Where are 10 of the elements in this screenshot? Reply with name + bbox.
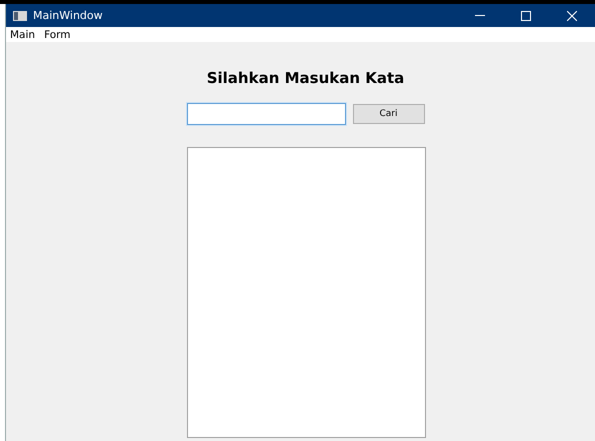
heading: Silahkan Masukan Kata xyxy=(206,69,404,89)
search-button[interactable]: Cari xyxy=(352,104,424,124)
menu-item[interactable]: Main xyxy=(6,28,40,40)
maximize-icon xyxy=(521,10,531,20)
search-field[interactable] xyxy=(186,103,346,125)
close-icon xyxy=(567,10,577,20)
app-icon xyxy=(13,10,27,20)
menu-item[interactable]: Form xyxy=(40,28,76,40)
minimize-icon xyxy=(475,15,485,16)
window-title: MainWindow xyxy=(33,9,104,22)
